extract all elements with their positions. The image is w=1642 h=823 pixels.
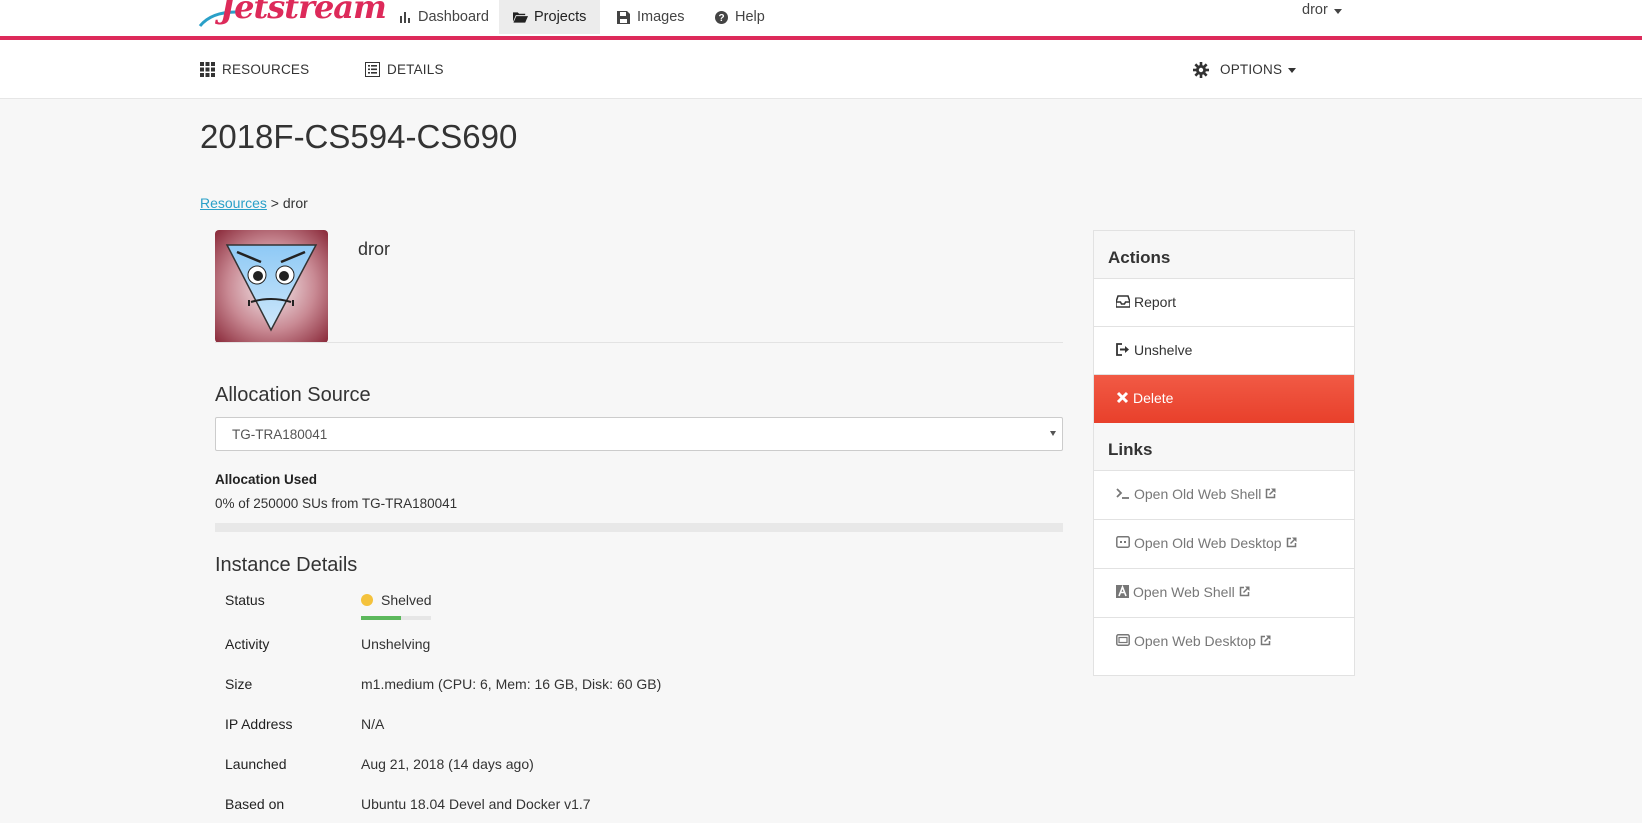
nav-help-label: Help xyxy=(735,9,765,25)
sign-out-icon xyxy=(1116,343,1130,356)
guacamole-shell-icon xyxy=(1116,585,1129,598)
caret-down-icon xyxy=(1333,8,1342,14)
detail-value: Aug 21, 2018 (14 days ago) xyxy=(361,756,534,772)
detail-label: IP Address xyxy=(225,716,293,732)
links-heading: Links xyxy=(1094,423,1354,471)
floppy-disk-icon xyxy=(616,10,631,24)
options-label: OPTIONS xyxy=(1220,62,1283,77)
guacamole-desktop-icon xyxy=(1116,634,1130,646)
tab-details-label: DETAILS xyxy=(387,62,444,77)
tab-resources[interactable]: RESOURCES xyxy=(200,40,309,99)
allocation-used-text: 0% of 250000 SUs from TG-TRA180041 xyxy=(215,496,458,511)
image-link[interactable]: Ubuntu 18.04 Devel and Docker v1.7 xyxy=(361,796,591,812)
external-link-icon xyxy=(1286,537,1297,548)
terminal-icon xyxy=(1116,487,1130,499)
logo-text: Jetstream xyxy=(220,0,387,26)
external-link-icon xyxy=(1265,488,1276,499)
user-name: dror xyxy=(1302,2,1328,18)
unshelve-label: Unshelve xyxy=(1134,342,1193,358)
link-open-old-web-desktop[interactable]: Open Old Web Desktop xyxy=(1094,520,1354,569)
detail-value: Unshelving xyxy=(361,636,431,652)
instance-avatar xyxy=(215,230,328,343)
jetstream-logo[interactable]: Jetstream xyxy=(198,0,387,34)
status-progress-bar xyxy=(361,616,431,620)
nav-dashboard[interactable]: Dashboard xyxy=(383,0,503,34)
nav-dashboard-label: Dashboard xyxy=(418,9,489,25)
nav-projects-label: Projects xyxy=(534,9,587,25)
link-label: Open Old Web Desktop xyxy=(1134,535,1282,551)
detail-label: Status xyxy=(225,592,265,608)
list-alt-icon xyxy=(365,62,380,77)
link-label: Open Web Desktop xyxy=(1134,633,1256,649)
breadcrumb: Resources > dror xyxy=(200,195,308,211)
detail-label: Based on xyxy=(225,796,285,812)
question-circle-icon: ? xyxy=(714,10,729,24)
status-value: Shelved xyxy=(361,592,432,608)
instance-name: dror xyxy=(358,239,391,259)
delete-button[interactable]: Delete xyxy=(1094,375,1354,423)
link-label: Open Web Shell xyxy=(1133,584,1235,600)
status-dot-icon xyxy=(361,594,373,606)
desktop-icon xyxy=(1116,536,1130,548)
breadcrumb-current: > dror xyxy=(266,195,308,211)
delete-label: Delete xyxy=(1133,390,1174,406)
detail-value: m1.medium (CPU: 6, Mem: 16 GB, Disk: 60 … xyxy=(361,676,662,692)
folder-open-icon xyxy=(513,10,528,24)
divider xyxy=(215,342,1063,343)
close-icon xyxy=(1116,391,1129,404)
tab-details[interactable]: DETAILS xyxy=(365,40,444,99)
user-menu-dropdown[interactable]: dror xyxy=(1302,0,1342,20)
tab-resources-label: RESOURCES xyxy=(222,62,310,77)
detail-label: Size xyxy=(225,676,253,692)
select-arrow-icon xyxy=(1050,431,1056,436)
gear-icon xyxy=(1193,61,1209,78)
allocation-source-heading: Allocation Source xyxy=(215,384,371,406)
external-link-icon xyxy=(1260,635,1271,646)
allocation-used-label: Allocation Used xyxy=(215,472,318,487)
inbox-icon xyxy=(1116,295,1130,308)
status-progress-fill xyxy=(361,616,401,620)
svg-text:?: ? xyxy=(718,13,724,24)
link-open-web-shell[interactable]: Open Web Shell xyxy=(1094,569,1354,618)
detail-label: Launched xyxy=(225,756,287,772)
grid-icon xyxy=(200,62,215,77)
instance-details-heading: Instance Details xyxy=(215,554,358,576)
actions-panel: Actions Report Unshelve Delete Links Ope… xyxy=(1093,230,1355,676)
external-link-icon xyxy=(1239,586,1250,597)
caret-down-icon xyxy=(1288,68,1297,73)
detail-value: N/A xyxy=(361,716,385,732)
page-title: 2018F-CS594-CS690 xyxy=(200,118,518,155)
unshelve-button[interactable]: Unshelve xyxy=(1094,327,1354,375)
project-subnav: RESOURCES DETAILS OPTIONS xyxy=(0,40,1642,99)
nav-images[interactable]: Images xyxy=(602,0,699,34)
nav-images-label: Images xyxy=(637,9,685,25)
options-dropdown[interactable]: OPTIONS xyxy=(1193,40,1297,99)
detail-label: Activity xyxy=(225,636,270,652)
status-text: Shelved xyxy=(381,592,432,608)
allocation-progress-bar xyxy=(215,523,1063,532)
actions-heading: Actions xyxy=(1094,231,1354,279)
link-open-old-web-shell[interactable]: Open Old Web Shell xyxy=(1094,471,1354,520)
breadcrumb-resources-link[interactable]: Resources xyxy=(200,195,267,211)
report-button[interactable]: Report xyxy=(1094,279,1354,327)
link-open-web-desktop[interactable]: Open Web Desktop xyxy=(1094,618,1354,667)
link-label: Open Old Web Shell xyxy=(1134,486,1262,502)
nav-help[interactable]: ? Help xyxy=(700,0,779,34)
report-label: Report xyxy=(1134,294,1177,310)
bar-chart-icon xyxy=(397,10,412,24)
top-navbar: Jetstream Dashboard Projects Images ? He… xyxy=(0,0,1642,40)
nav-projects[interactable]: Projects xyxy=(499,0,600,34)
allocation-source-value: TG-TRA180041 xyxy=(232,427,328,442)
allocation-source-select[interactable]: TG-TRA180041 xyxy=(215,417,1063,451)
